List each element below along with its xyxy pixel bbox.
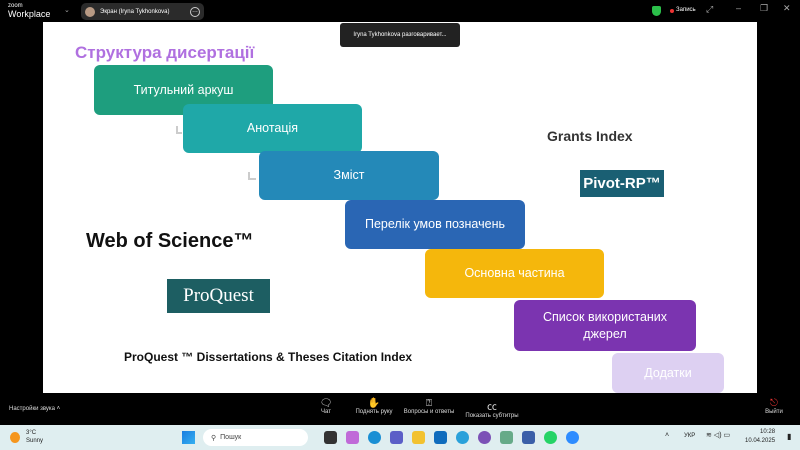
search-icon: ⚲ [211, 434, 217, 442]
start-icon[interactable] [182, 431, 195, 444]
search-placeholder: Пошук [220, 434, 242, 441]
more-icon[interactable]: … [190, 6, 200, 17]
zoom-logo: zoom Workplace [8, 3, 50, 19]
screen-share-pill[interactable]: Экран (Iryna Tykhonkova) … [81, 3, 204, 20]
telegram-icon[interactable] [456, 431, 469, 444]
slide-title: Структура дисертації [75, 43, 255, 62]
step-appendices: Додатки [612, 353, 724, 393]
maximize-icon[interactable]: ❐ [760, 3, 768, 14]
task-view-icon[interactable] [324, 431, 337, 444]
viber-icon[interactable] [478, 431, 491, 444]
minimize-icon[interactable]: – [736, 3, 741, 13]
speaking-text: Iryna Tykhonkova разговаривает... [353, 32, 447, 38]
chat-icon: 🗨 [319, 398, 333, 409]
search-box[interactable]: ⚲ Пошук [203, 429, 308, 446]
record-dot-icon [670, 9, 674, 13]
leave-button[interactable]: ⎋ Выйти [760, 398, 788, 415]
whatsapp-icon[interactable] [544, 431, 557, 444]
tray-chevron-icon[interactable]: ˄ [665, 432, 669, 439]
outlook-icon[interactable] [434, 431, 447, 444]
cc-icon: ㏄ [487, 402, 497, 413]
copilot-icon[interactable] [346, 431, 359, 444]
proquest-index-text: ProQuest ™ Dissertations & Theses Citati… [124, 350, 413, 364]
windows-taskbar: 3°C Sunny ⚲ Пошук ˄ УКР ≋ ◁) ▭ 10:28 10.04.… [0, 425, 800, 450]
proquest-logo: ProQuest [167, 279, 270, 313]
connector-arrow [176, 126, 182, 134]
step-abstract: Анотація [183, 104, 362, 153]
chatgpt-icon[interactable] [500, 431, 513, 444]
step-references: Список використаних джерел [514, 300, 696, 351]
weather-icon [10, 432, 20, 443]
captions-label: Показать субтитры [465, 413, 519, 419]
question-icon: ⍰ [426, 398, 432, 409]
network-volume-battery-icon[interactable]: ≋ ◁) ▭ [706, 431, 730, 439]
share-label: Экран (Iryna Tykhonkova) [100, 8, 170, 15]
step-contents: Зміст [259, 151, 439, 200]
app-icon[interactable] [522, 431, 535, 444]
close-icon[interactable]: ✕ [783, 3, 791, 14]
chevron-down-icon[interactable]: ⌄ [64, 6, 70, 14]
temperature: 3°C [26, 430, 37, 436]
record-label[interactable]: Запись [676, 7, 696, 13]
speaking-tooltip: Iryna Tykhonkova разговаривает... [340, 23, 460, 47]
language-indicator[interactable]: УКР [684, 433, 695, 439]
raise-hand-label: Поднять руку [355, 409, 393, 415]
raise-hand-button[interactable]: ✋ Поднять руку [350, 398, 398, 415]
qa-label: Вопросы и ответы [403, 409, 455, 415]
weather-text: Sunny [26, 438, 44, 444]
grants-index-text: Grants Index [547, 128, 633, 144]
avatar [85, 6, 95, 17]
zoom-title-bar: zoom Workplace ⌄ Экран (Iryna Tykhonkova)… [0, 0, 800, 22]
audio-settings-label: Настройки звука [9, 406, 55, 412]
captions-button[interactable]: ㏄ Показать субтитры [460, 398, 524, 419]
clock[interactable]: 10:28 10.04.2025 [745, 428, 775, 446]
leave-label: Выйти [765, 409, 783, 415]
chat-label: Чат [321, 409, 331, 415]
fullscreen-icon[interactable]: ⤢ [706, 4, 713, 15]
pivot-rp-logo: Pivot-RP™ [580, 170, 664, 197]
shield-icon [652, 6, 661, 16]
teams-icon[interactable] [390, 431, 403, 444]
date: 10.04.2025 [745, 438, 776, 444]
hand-icon: ✋ [367, 398, 381, 409]
meeting-toolbar: Настройки звука ˄ 🗨 Чат ✋ Поднять руку ⍰ Во… [0, 393, 800, 425]
weather-widget[interactable]: 3°C Sunny [26, 429, 43, 445]
zoom-icon[interactable] [566, 431, 579, 444]
notification-icon[interactable]: ▮ [787, 432, 791, 441]
edge-icon[interactable] [368, 431, 381, 444]
audio-settings-button[interactable]: Настройки звука ˄ [9, 406, 60, 412]
web-of-science-logo: Web of Science™ [86, 230, 254, 252]
chat-button[interactable]: 🗨 Чат [312, 398, 340, 415]
file-explorer-icon[interactable] [412, 431, 425, 444]
connector-arrow [248, 172, 256, 180]
qa-button[interactable]: ⍰ Вопросы и ответы [402, 398, 456, 415]
logo-bottom: Workplace [8, 9, 51, 19]
leave-icon: ⎋ [770, 398, 778, 409]
step-main-part: Основна частина [425, 249, 604, 298]
step-abbreviations: Перелік умов позначень [345, 200, 525, 249]
time: 10:28 [760, 429, 776, 435]
